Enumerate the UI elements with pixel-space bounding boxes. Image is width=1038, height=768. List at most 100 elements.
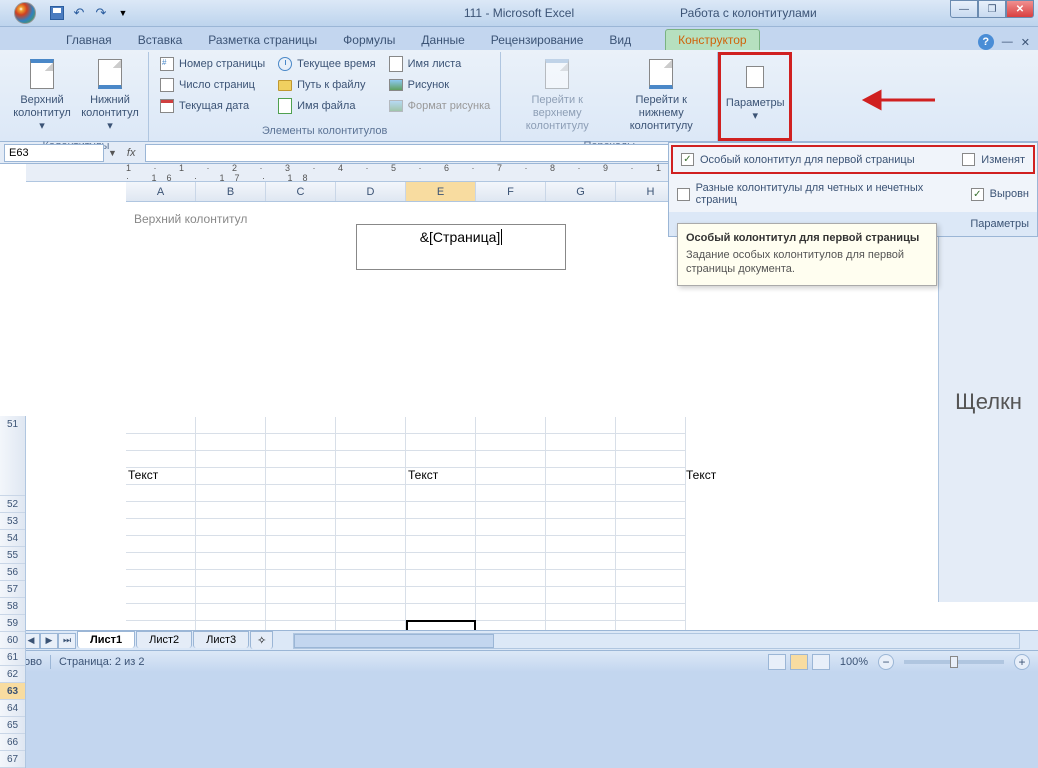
sheet-nav-last[interactable]: ⏭: [58, 633, 76, 649]
view-page-break-button[interactable]: [812, 654, 830, 670]
row-header[interactable]: 66: [0, 734, 25, 751]
titlebar: ↶ ↷ ▼ 111 - Microsoft Excel Работа с кол…: [0, 0, 1038, 27]
format-picture-button: Формат рисунка: [384, 96, 495, 116]
goto-footer-button[interactable]: Перейти к нижнему колонтитулу: [611, 54, 711, 138]
tab-insert[interactable]: Вставка: [126, 30, 195, 50]
minimize-button[interactable]: —: [950, 0, 978, 18]
name-box-dropdown[interactable]: ▼: [108, 148, 117, 158]
option-first-page[interactable]: ✓ Особый колонтитул для первой страницы …: [673, 147, 1033, 172]
click-to-add-panel[interactable]: Щелкн: [938, 202, 1038, 602]
row-header[interactable]: 51: [0, 416, 25, 496]
close-button[interactable]: ✕: [1006, 0, 1034, 18]
tab-formulas[interactable]: Формулы: [331, 30, 407, 50]
tab-design[interactable]: Конструктор: [665, 29, 759, 50]
close-workbook-icon[interactable]: ✕: [1021, 36, 1030, 49]
parameters-icon: [746, 66, 764, 88]
fx-button[interactable]: fx: [121, 147, 142, 159]
row-header[interactable]: 62: [0, 666, 25, 683]
page-number-button[interactable]: #Номер страницы: [155, 54, 269, 74]
col-header[interactable]: B: [196, 182, 266, 201]
row-header[interactable]: 53: [0, 513, 25, 530]
page-number-icon: #: [160, 57, 174, 71]
sheet-tab[interactable]: Лист2: [136, 631, 192, 648]
help-button[interactable]: ?: [978, 34, 994, 50]
redo-button[interactable]: ↷: [92, 4, 110, 22]
office-button[interactable]: [6, 0, 44, 27]
maximize-button[interactable]: ❐: [978, 0, 1006, 18]
row-header[interactable]: 65: [0, 717, 25, 734]
header-center-field[interactable]: &[Страница]: [356, 224, 566, 270]
header-button[interactable]: Верхний колонтитул ▾: [10, 54, 74, 138]
view-page-layout-button[interactable]: [790, 654, 808, 670]
goto-footer-icon: [649, 59, 673, 89]
row-header[interactable]: 59: [0, 615, 25, 632]
current-date-button[interactable]: Текущая дата: [155, 96, 269, 116]
horizontal-scrollbar[interactable]: [293, 633, 1020, 649]
row-header[interactable]: 55: [0, 547, 25, 564]
row-header[interactable]: 67: [0, 751, 25, 768]
checkbox-checked-icon[interactable]: ✓: [681, 153, 694, 166]
checkbox-icon[interactable]: [677, 188, 690, 201]
zoom-in-button[interactable]: +: [1014, 654, 1030, 670]
col-header[interactable]: E: [406, 182, 476, 201]
cell-text[interactable]: Текст: [406, 468, 476, 485]
page-count-button[interactable]: Число страниц: [155, 75, 269, 95]
annotation-arrow: [860, 80, 940, 123]
footer-button[interactable]: Нижний колонтитул ▾: [78, 54, 142, 138]
col-header[interactable]: F: [476, 182, 546, 201]
row-header[interactable]: 58: [0, 598, 25, 615]
name-box[interactable]: E63: [4, 144, 104, 162]
row-header[interactable]: 64: [0, 700, 25, 717]
minimize-ribbon-icon[interactable]: —: [1002, 36, 1013, 48]
current-time-button[interactable]: Текущее время: [273, 54, 379, 74]
picture-button[interactable]: Рисунок: [384, 75, 495, 95]
cell-text[interactable]: Текст: [686, 468, 716, 482]
col-header[interactable]: C: [266, 182, 336, 201]
row-header[interactable]: 57: [0, 581, 25, 598]
file-path-button[interactable]: Путь к файлу: [273, 75, 379, 95]
zoom-thumb[interactable]: [950, 656, 958, 668]
zoom-out-button[interactable]: −: [878, 654, 894, 670]
zoom-level: 100%: [840, 656, 868, 668]
tab-home[interactable]: Главная: [54, 30, 124, 50]
row-header[interactable]: 63: [0, 683, 25, 700]
col-header[interactable]: A: [126, 182, 196, 201]
row-header[interactable]: 54: [0, 530, 25, 547]
undo-icon: ↶: [74, 5, 85, 21]
tab-page-layout[interactable]: Разметка страницы: [196, 30, 329, 50]
sheet-nav-next[interactable]: ▶: [40, 633, 58, 649]
goto-header-button[interactable]: Перейти к верхнему колонтитулу: [507, 54, 607, 138]
row-header[interactable]: 52: [0, 496, 25, 513]
sheet-tab[interactable]: Лист3: [193, 631, 249, 648]
option-first-page-highlight: ✓ Особый колонтитул для первой страницы …: [671, 145, 1035, 174]
undo-button[interactable]: ↶: [70, 4, 88, 22]
new-sheet-button[interactable]: ✧: [250, 631, 273, 649]
parameters-button[interactable]: Параметры ▾: [723, 57, 787, 127]
page-count-icon: [160, 78, 174, 92]
tab-view[interactable]: Вид: [597, 30, 643, 50]
col-header[interactable]: D: [336, 182, 406, 201]
save-icon: [50, 6, 64, 20]
sheet-name-button[interactable]: Имя листа: [384, 54, 495, 74]
checkbox-icon[interactable]: [962, 153, 975, 166]
sheet-tab[interactable]: Лист1: [77, 631, 135, 648]
sheet-icon: [389, 56, 403, 72]
qat-customize[interactable]: ▼: [114, 4, 132, 22]
col-header[interactable]: G: [546, 182, 616, 201]
tooltip-title: Особый колонтитул для первой страницы: [686, 232, 928, 244]
window-title: 111 - Microsoft Excel: [464, 6, 574, 20]
row-header[interactable]: 60: [0, 632, 25, 649]
checkbox-checked-icon[interactable]: ✓: [971, 188, 984, 201]
tab-review[interactable]: Рецензирование: [479, 30, 596, 50]
view-normal-button[interactable]: [768, 654, 786, 670]
tab-data[interactable]: Данные: [409, 30, 476, 50]
footer-icon: [98, 59, 122, 89]
cell-text[interactable]: Текст: [126, 468, 196, 485]
row-header[interactable]: 61: [0, 649, 25, 666]
zoom-slider[interactable]: [904, 660, 1004, 664]
scrollbar-thumb[interactable]: [294, 634, 494, 648]
save-button[interactable]: [48, 4, 66, 22]
file-name-button[interactable]: Имя файла: [273, 96, 379, 116]
row-header[interactable]: 56: [0, 564, 25, 581]
option-odd-even[interactable]: Разные колонтитулы для четных и нечетных…: [669, 176, 1037, 212]
